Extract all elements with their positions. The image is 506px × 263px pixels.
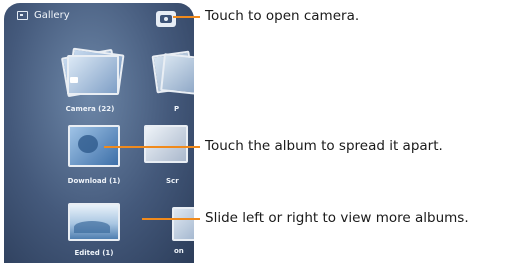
gallery-app-icon	[17, 10, 28, 20]
album-camera[interactable]: Camera (22)	[60, 47, 125, 113]
album-stack	[60, 47, 125, 99]
callout-line-slide	[142, 218, 200, 220]
callout-camera: Touch to open camera.	[205, 8, 360, 24]
camera-button[interactable]	[156, 11, 176, 27]
album-edited[interactable]: Edited (1)	[64, 199, 124, 257]
callout-line-album	[104, 146, 200, 148]
gallery-screen: Gallery Camera (22) P Download (1) Scr E…	[4, 3, 194, 263]
album-label: Edited (1)	[74, 249, 114, 257]
app-title: Gallery	[34, 9, 70, 21]
camera-badge-icon	[70, 77, 78, 83]
album-thumbnail-icon	[78, 135, 98, 153]
album-label-partial: Scr	[166, 177, 179, 185]
album-stack	[64, 199, 124, 251]
callout-line-camera	[173, 16, 200, 18]
album-thumbnail-icon	[74, 221, 110, 233]
callout-album: Touch the album to spread it apart.	[205, 138, 443, 154]
album-label-partial: on	[174, 247, 184, 255]
album-label-partial: P	[174, 105, 180, 113]
callout-slide: Slide left or right to view more albums.	[205, 210, 469, 226]
album-label: Camera (22)	[65, 105, 115, 113]
album-label: Download (1)	[67, 177, 121, 185]
